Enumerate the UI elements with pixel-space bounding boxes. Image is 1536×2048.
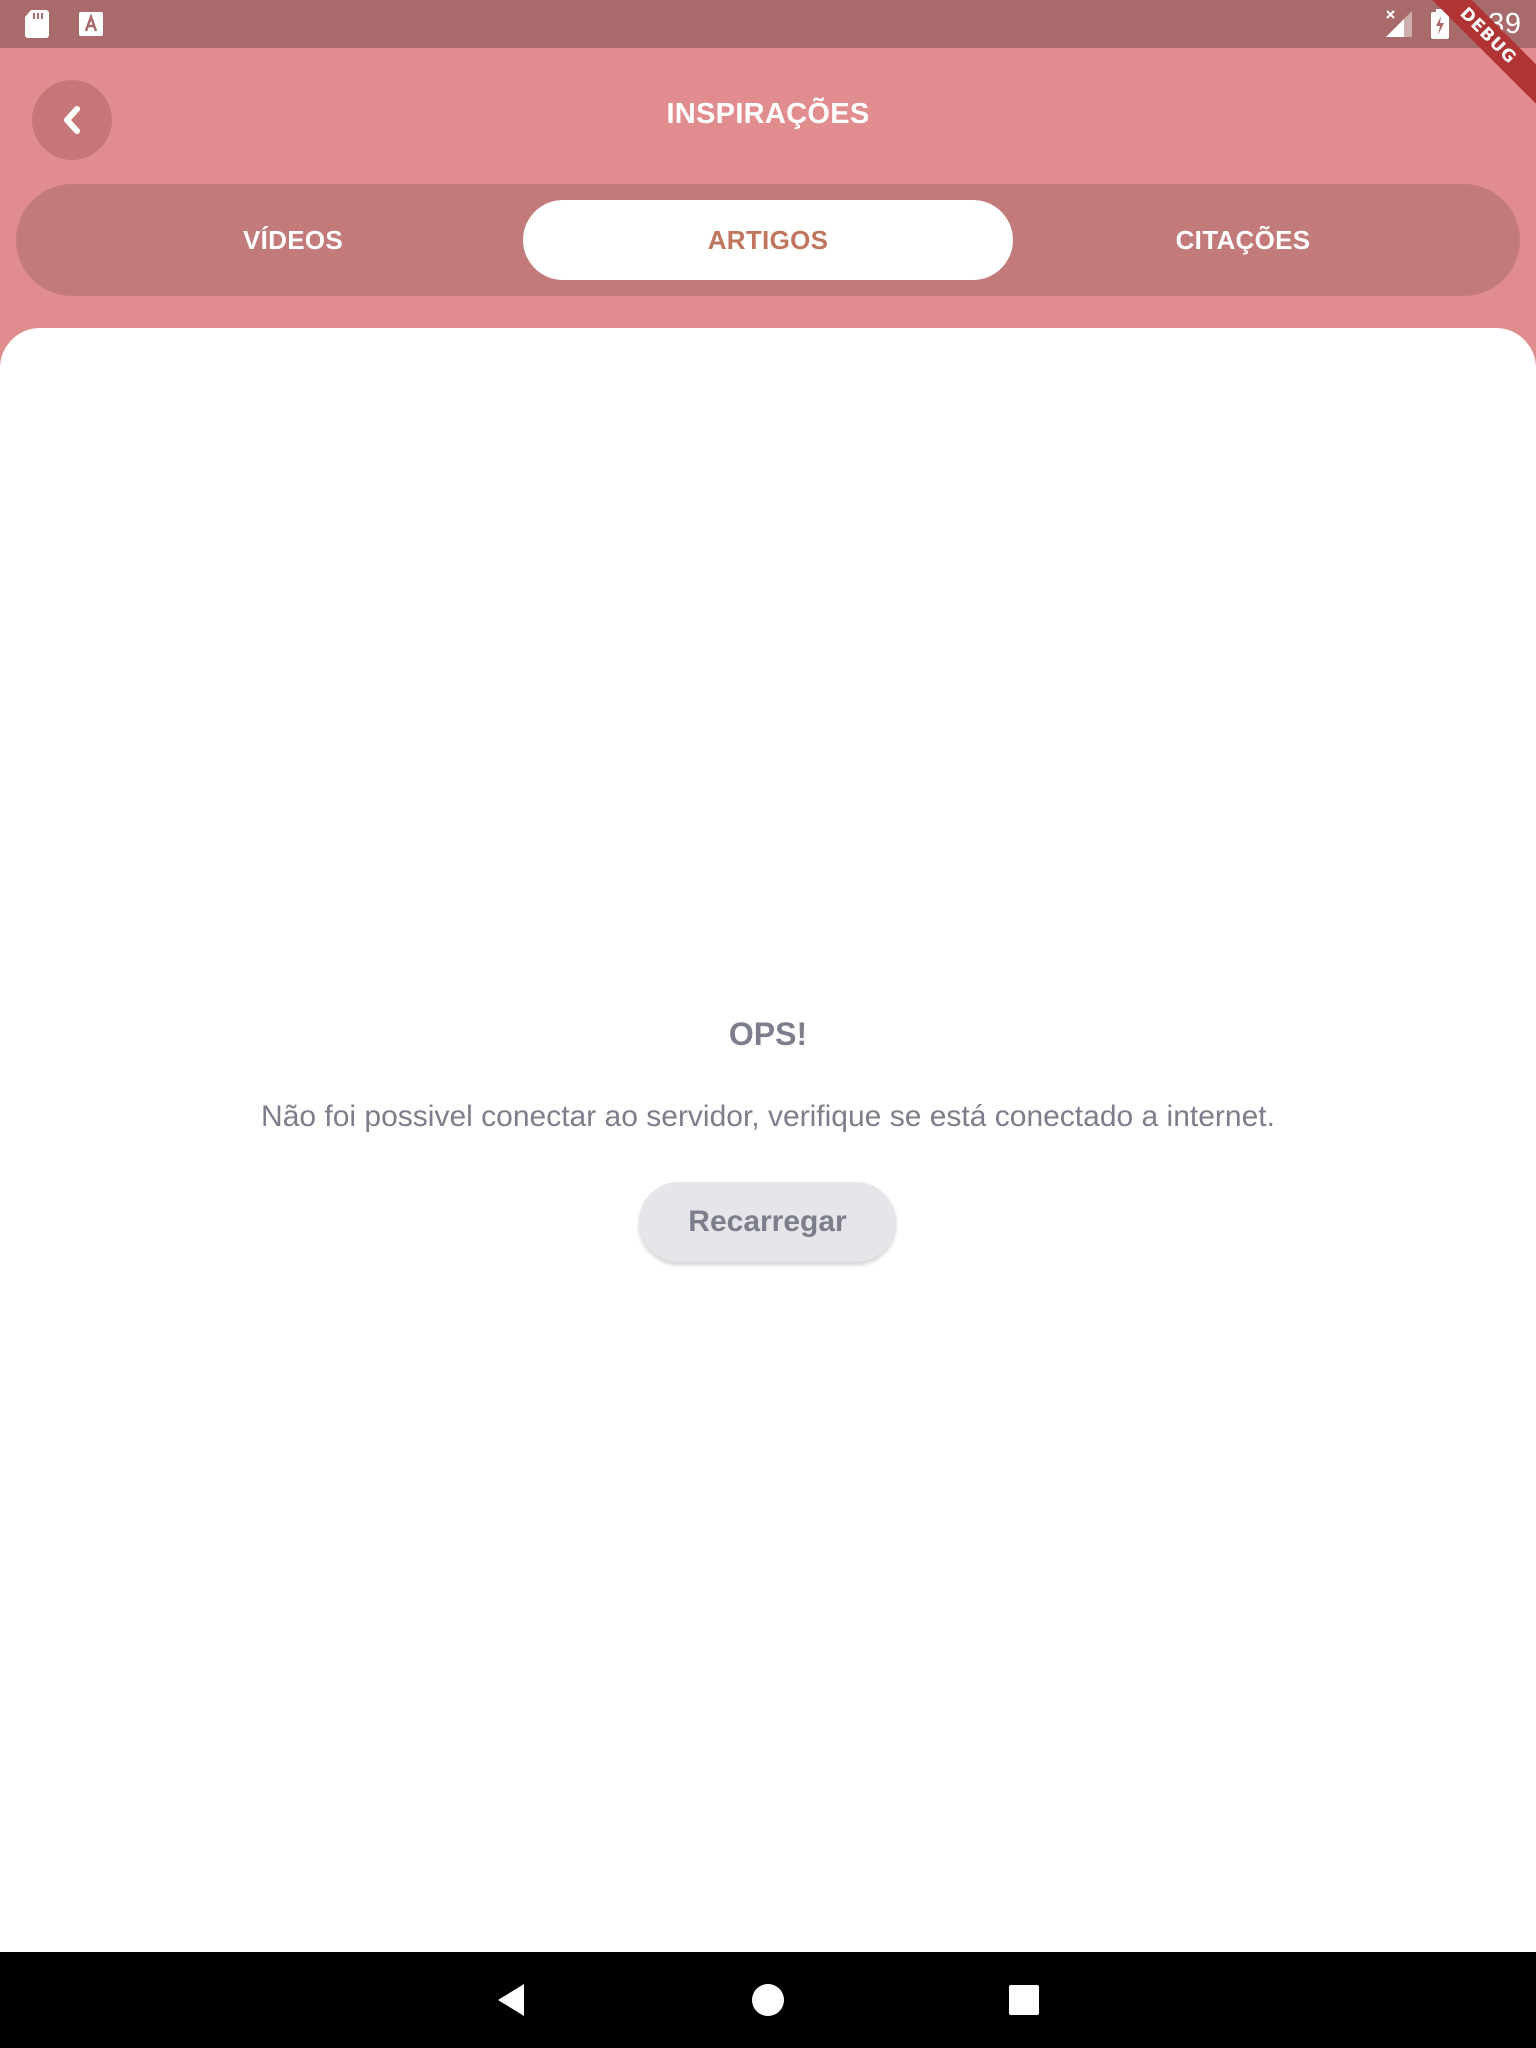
home-circle-icon xyxy=(752,1984,784,2016)
navigation-bar xyxy=(0,1952,1536,2048)
status-bar: 9:39 xyxy=(0,0,1536,48)
nav-home-button[interactable] xyxy=(744,1976,792,2024)
status-time: 9:39 xyxy=(1463,8,1522,40)
sd-card-icon xyxy=(25,10,49,38)
error-title: OPS! xyxy=(728,1016,808,1052)
recents-square-icon xyxy=(1009,1985,1039,2015)
tab-videos[interactable]: VÍDEOS xyxy=(48,200,538,280)
battery-charging-icon xyxy=(1431,9,1449,39)
back-triangle-icon xyxy=(498,1984,524,2016)
page-title: INSPIRAÇÕES xyxy=(666,98,870,130)
signal-off-icon xyxy=(1386,10,1412,37)
nav-back-button[interactable] xyxy=(488,1976,536,2024)
content-card: OPS! Não foi possivel conectar ao servid… xyxy=(0,328,1536,1952)
tab-citacoes[interactable]: CITAÇÕES xyxy=(998,200,1488,280)
nav-recents-button[interactable] xyxy=(1000,1976,1048,2024)
tab-bar: VÍDEOS ARTIGOS CITAÇÕES xyxy=(16,184,1520,296)
error-message: Não foi possivel conectar ao servidor, v… xyxy=(261,1100,1275,1133)
reload-button[interactable]: Recarregar xyxy=(639,1182,896,1262)
keyboard-a-icon xyxy=(79,12,103,36)
tab-artigos[interactable]: ARTIGOS xyxy=(523,200,1013,280)
